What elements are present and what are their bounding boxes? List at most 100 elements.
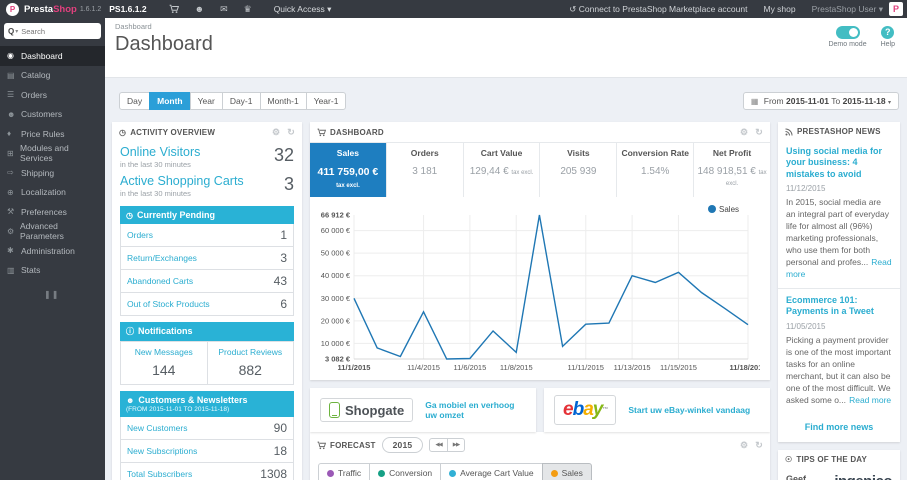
svg-text:10 000 €: 10 000 €	[321, 339, 351, 348]
svg-text:40 000 €: 40 000 €	[321, 271, 351, 280]
sidebar-item-orders[interactable]: ☰ Orders	[0, 85, 105, 105]
new-subscriptions-link[interactable]: New Subscriptions	[127, 446, 197, 456]
gear-icon[interactable]: ⚙	[740, 127, 748, 138]
read-more-link[interactable]: Read more	[849, 395, 891, 405]
refresh-icon[interactable]: ↻	[287, 127, 295, 138]
total-subscribers-link[interactable]: Total Subscribers	[127, 469, 192, 479]
sidebar-item-administration[interactable]: ✱ Administration	[0, 241, 105, 261]
marketplace-link[interactable]: ↺ Connect to PrestaShop Marketplace acco…	[569, 4, 747, 15]
tips-of-the-day-panel: ☉ TIPS OF THE DAY ingenico Payment servi…	[778, 449, 900, 480]
sales-dot-icon	[550, 469, 558, 477]
messages-icon[interactable]: ✉	[220, 4, 228, 15]
forecast-next-button[interactable]: ▶▶	[446, 438, 466, 452]
period-day-button[interactable]: Day	[119, 92, 151, 110]
sidebar-item-localization[interactable]: ⊕ Localization	[0, 183, 105, 203]
localization-icon: ⊕	[7, 187, 14, 197]
sidebar-item-customers[interactable]: ☻ Customers	[0, 105, 105, 125]
period-year-1-button[interactable]: Year-1	[305, 92, 347, 110]
kpi-tab-orders[interactable]: Orders 3 181	[387, 143, 464, 197]
sidebar-item-catalog[interactable]: ▤ Catalog	[0, 66, 105, 86]
sidebar: Q ▾ ◉Dashboard ▤Catalog ☰Orders ☻Custome…	[0, 18, 105, 480]
clock-icon: ◷	[119, 128, 127, 137]
kpi-tab-sales[interactable]: Sales 411 759,00 € tax excl.	[310, 143, 387, 197]
forecast-legend-conversion[interactable]: Conversion	[369, 463, 442, 480]
forecast-panel: FORECAST 2015 ◀◀ ▶▶ ⚙ ↻ Traffic Conversi…	[310, 432, 770, 480]
help-control: ? Help	[881, 26, 895, 48]
sidebar-item-modules[interactable]: ⊞ Modules and Services	[0, 143, 105, 163]
user-menu[interactable]: PrestaShop User ▾	[812, 4, 883, 15]
find-more-news-link[interactable]: Find more news	[778, 414, 900, 442]
shopgate-ad-link[interactable]: Ga mobiel en verhoog uw omzet	[425, 400, 526, 420]
kpi-tab-cart-value[interactable]: Cart Value 129,44 € tax excl.	[464, 143, 541, 197]
sidebar-item-preferences[interactable]: ⚒ Preferences	[0, 202, 105, 222]
period-day-1-button[interactable]: Day-1	[221, 92, 261, 110]
shopgate-logo: Shopgate	[320, 398, 414, 422]
sidebar-item-stats[interactable]: ▥ Stats	[0, 261, 105, 281]
sidebar-search[interactable]: Q ▾	[4, 23, 101, 39]
brand-name: PrestaShop	[24, 3, 77, 15]
rss-icon	[785, 128, 793, 136]
cart-icon[interactable]	[169, 4, 179, 14]
sidebar-item-dashboard[interactable]: ◉ Dashboard	[0, 46, 105, 66]
online-visitors-link[interactable]: Online Visitors	[120, 145, 200, 159]
svg-text:30 000 €: 30 000 €	[321, 294, 351, 303]
out-of-stock-link[interactable]: Out of Stock Products	[127, 299, 210, 309]
news-article-title-link[interactable]: Using social media for your business: 4 …	[786, 146, 892, 180]
sidebar-item-advanced-parameters[interactable]: ⚙ Advanced Parameters	[0, 221, 105, 241]
orders-link[interactable]: Orders	[127, 230, 153, 240]
new-customers-link[interactable]: New Customers	[127, 423, 187, 433]
quick-access-menu[interactable]: Quick Access ▾	[274, 4, 332, 15]
forecast-panel-title: FORECAST	[330, 440, 376, 450]
activity-panel-title: ACTIVITY OVERVIEW	[130, 128, 216, 137]
my-shop-link[interactable]: My shop	[763, 4, 795, 14]
period-month-button[interactable]: Month	[149, 92, 191, 110]
active-carts-value: 3	[283, 174, 294, 194]
gear-icon[interactable]: ⚙	[272, 127, 280, 138]
user-avatar[interactable]: P	[889, 2, 903, 16]
returns-link[interactable]: Return/Exchanges	[127, 253, 197, 263]
forecast-prev-button[interactable]: ◀◀	[429, 438, 448, 452]
svg-text:11/1/2015: 11/1/2015	[338, 363, 371, 372]
dashboard-panel-title: DASHBOARD	[330, 128, 384, 137]
search-input[interactable]	[21, 26, 82, 36]
ebay-ad-link[interactable]: Start uw eBay-winkel vandaag	[628, 405, 750, 415]
period-buttons: Day Month Year Day-1 Month-1 Year-1	[119, 92, 347, 110]
new-messages-link[interactable]: New Messages	[135, 347, 193, 357]
kpi-tab-conversion-rate[interactable]: Conversion Rate 1.54%	[617, 143, 695, 197]
gear-icon[interactable]: ⚙	[740, 440, 748, 451]
product-reviews-link[interactable]: Product Reviews	[218, 347, 282, 357]
sidebar-collapse-button[interactable]: ❚❚	[0, 280, 105, 299]
badges-icon[interactable]: ♛	[244, 4, 252, 15]
forecast-legend-sales[interactable]: Sales	[541, 463, 592, 480]
sidebar-item-shipping[interactable]: ⇨ Shipping	[0, 163, 105, 183]
help-icon[interactable]: ?	[881, 26, 895, 39]
online-visitors-stat: Online Visitors in the last 30 minutes 3…	[120, 145, 294, 169]
abandoned-carts-link[interactable]: Abandoned Carts	[127, 276, 193, 286]
period-month-1-button[interactable]: Month-1	[259, 92, 307, 110]
period-year-button[interactable]: Year	[189, 92, 223, 110]
active-carts-link[interactable]: Active Shopping Carts	[120, 174, 244, 188]
customer-icon[interactable]: ☻	[195, 4, 204, 14]
news-article-title-link[interactable]: Ecommerce 101: Payments in a Tweet	[786, 295, 892, 318]
demo-mode-control: Demo mode	[828, 26, 867, 48]
search-icon: Q	[8, 26, 15, 36]
top-bar: P PrestaShop 1.6.1.2 PS1.6.1.2 ☻ ✉ ♛ Qui…	[0, 0, 907, 18]
ebay-ad-panel: e b a y ™ Start uw eBay-winkel vandaag	[544, 388, 770, 432]
forecast-legend-traffic[interactable]: Traffic	[318, 463, 371, 480]
preferences-icon: ⚒	[7, 207, 15, 217]
refresh-icon[interactable]: ↻	[755, 127, 763, 138]
date-range-picker[interactable]: ▦ From 2015-11-01 To 2015-11-18 ▾	[742, 92, 899, 110]
search-type-caret-icon[interactable]: ▾	[15, 28, 18, 35]
forecast-legend-average-cart-value[interactable]: Average Cart Value	[440, 463, 543, 480]
kpi-tab-net-profit[interactable]: Net Profit 148 918,51 € tax excl.	[694, 143, 770, 197]
refresh-icon[interactable]: ↻	[755, 440, 763, 451]
sidebar-item-price-rules[interactable]: ♦ Price Rules	[0, 124, 105, 144]
prestashop-news-panel: PRESTASHOP NEWS Using social media for y…	[778, 122, 900, 442]
demo-mode-toggle[interactable]	[835, 26, 860, 39]
svg-text:11/18/2015: 11/18/2015	[729, 363, 760, 372]
page-header: Dashboard Dashboard Demo mode ? Help	[105, 18, 907, 78]
online-visitors-value: 32	[273, 145, 294, 165]
help-label: Help	[880, 41, 895, 48]
kpi-tab-visits[interactable]: Visits 205 939	[540, 143, 618, 197]
dashboard-panel: DASHBOARD ⚙ ↻ Sales 411 759,00 € tax exc…	[310, 122, 770, 380]
